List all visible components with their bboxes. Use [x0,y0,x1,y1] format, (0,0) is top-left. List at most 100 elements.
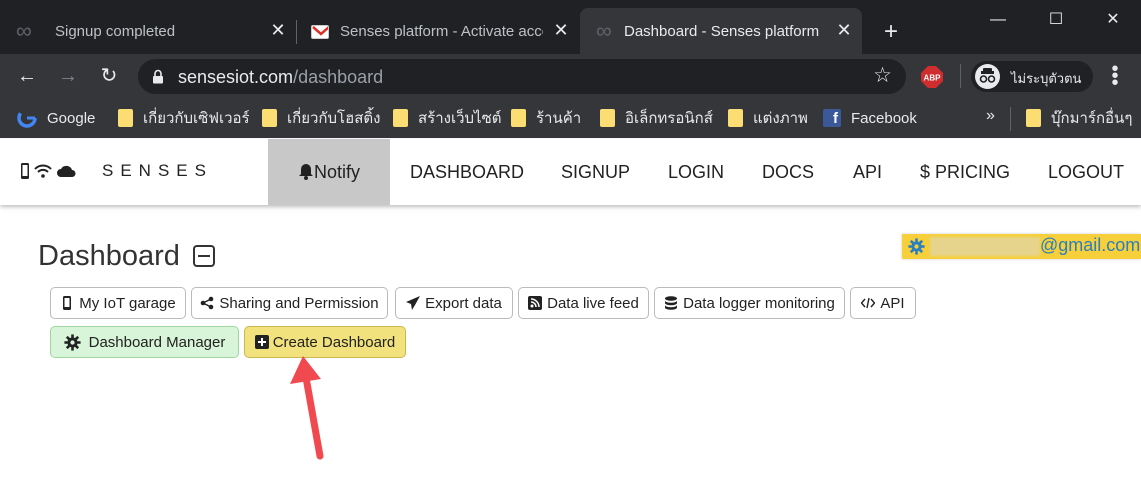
site-favicon-icon: ∞ [596,18,612,43]
gear-icon [908,238,925,255]
bookmark-label: เกี่ยวกับโฮสติ้ง [287,110,381,127]
database-icon [665,296,678,310]
folder-icon [600,109,615,127]
folder-icon [1026,109,1041,127]
incognito-profile-button[interactable]: ไม่ระบุตัวตน [971,61,1093,92]
api-button[interactable]: API [850,287,916,319]
tab-title: Senses platform - Activate acco [340,22,543,40]
url-text: sensesiot.com/dashboard [178,67,383,88]
browser-menu-icon[interactable]: • • • [1106,59,1124,93]
button-label: Dashboard Manager [88,333,226,351]
adblock-plus-icon[interactable]: ABP [921,66,943,88]
nav-signup[interactable]: SIGNUP [561,139,630,205]
incognito-label: ไม่ระบุตัวตน [1011,71,1082,86]
folder-icon [511,109,526,127]
bookmark-other-folder[interactable]: บุ๊กมาร์กอื่นๆ [1026,107,1132,129]
close-window-button[interactable]: ✕ [1090,6,1136,34]
bookmark-folder-electronics[interactable]: อิเล็กทรอนิกส์ [600,107,713,129]
phone-icon [21,163,29,179]
nav-login[interactable]: LOGIN [668,139,724,205]
share-icon [201,296,214,310]
annotation-arrow [290,356,324,460]
bell-icon [298,164,313,180]
bookmark-folder-website[interactable]: สร้างเว็บไซต์ [393,107,502,129]
nav-pricing[interactable]: $ PRICING [920,139,1010,205]
wifi-icon [34,164,52,178]
button-label: API [880,294,905,312]
tab-signup-completed[interactable]: ∞ Signup completed ✕ [0,8,296,54]
bookmark-folder-shop[interactable]: ร้านค้า [511,107,581,129]
sharing-permission-button[interactable]: Sharing and Permission [191,287,388,319]
toolbar-separator [960,64,961,88]
nav-logout[interactable]: LOGOUT [1048,139,1124,205]
facebook-icon: f [823,109,841,127]
folder-icon [728,109,743,127]
incognito-icon [975,64,1000,89]
button-label: Data live feed [547,294,639,312]
site-favicon-icon: ∞ [16,18,32,43]
gear-icon [64,333,81,351]
cloud-icon [57,165,76,177]
folder-icon [393,109,408,127]
bookmarks-overflow-button[interactable]: » [986,107,995,125]
browser-toolbar: ← → ↻ sensesiot.com/dashboard ☆ ABP ไม่ร… [0,54,1141,99]
tab-close-icon[interactable]: ✕ [270,21,286,39]
nav-notify-label: Notify [313,162,360,182]
maximize-button[interactable]: ☐ [1033,6,1079,34]
lock-icon [153,69,163,84]
data-live-feed-button[interactable]: Data live feed [518,287,649,319]
export-data-button[interactable]: Export data [395,287,513,319]
browser-tab-strip: ∞ Signup completed ✕ Senses platform - A… [0,0,1141,54]
user-email-badge[interactable]: @gmail.com [902,234,1141,259]
brand-name: SENSES [102,161,213,180]
data-logger-monitoring-button[interactable]: Data logger monitoring [654,287,845,319]
rss-icon [528,296,543,310]
bookmark-folder-server[interactable]: เกี่ยวกับเซิฟเวอร์ [118,107,250,129]
bookmark-facebook[interactable]: f Facebook [823,107,917,129]
tab-dashboard-active[interactable]: ∞ Dashboard - Senses platform | ✕ [580,8,862,54]
bookmark-label: แต่งภาพ [753,110,808,127]
reload-button[interactable]: ↻ [95,62,123,90]
collapse-toggle-icon[interactable] [193,245,215,267]
nav-docs[interactable]: DOCS [762,139,814,205]
new-tab-button[interactable]: + [878,20,904,46]
bookmark-label: Facebook [851,109,917,127]
nav-notify[interactable]: Notify [268,139,390,205]
url-path: /dashboard [293,67,384,87]
paper-plane-icon [406,296,421,310]
logo-icons [20,163,76,179]
site-logo[interactable]: SENSES [20,161,213,181]
nav-dashboard[interactable]: DASHBOARD [410,139,524,205]
dashboard-manager-button[interactable]: Dashboard Manager [50,326,239,358]
phone-icon [63,296,72,310]
bookmark-label: บุ๊กมาร์กอื่นๆ [1051,110,1133,127]
my-iot-garage-button[interactable]: My IoT garage [50,287,186,319]
minimize-button[interactable]: — [975,6,1021,34]
tab-activate-account[interactable]: Senses platform - Activate acco ✕ [297,8,579,54]
nav-api[interactable]: API [853,139,882,205]
folder-icon [262,109,277,127]
back-button[interactable]: ← [13,62,41,90]
forward-button[interactable]: → [54,62,82,90]
gmail-icon [311,25,329,39]
button-label: My IoT garage [79,294,176,312]
page-title: Dashboard [38,240,180,272]
bookmark-google[interactable]: Google [17,107,95,129]
redacted-email-user [930,237,1040,256]
plus-square-icon [254,335,269,349]
bookmark-folder-photo[interactable]: แต่งภาพ [728,107,808,129]
bookmarks-bar: Google เกี่ยวกับเซิฟเวอร์ เกี่ยวกับโฮสติ… [0,99,1141,138]
address-bar[interactable]: sensesiot.com/dashboard ☆ [138,59,906,94]
button-label: Data logger monitoring [683,294,835,312]
abp-label: ABP [924,74,942,83]
bookmark-label: Google [47,109,96,127]
button-label: Sharing and Permission [219,294,379,312]
code-icon [861,297,876,309]
tab-close-icon[interactable]: ✕ [836,21,852,39]
folder-icon [118,109,133,127]
bookmark-folder-hosting[interactable]: เกี่ยวกับโฮสติ้ง [262,107,380,129]
tab-close-icon[interactable]: ✕ [553,21,569,39]
bookmark-star-icon[interactable]: ☆ [873,63,892,88]
site-navbar: SENSES Notify DASHBOARD SIGNUP LOGIN DOC… [0,139,1141,205]
bookmarks-separator [1010,107,1011,131]
